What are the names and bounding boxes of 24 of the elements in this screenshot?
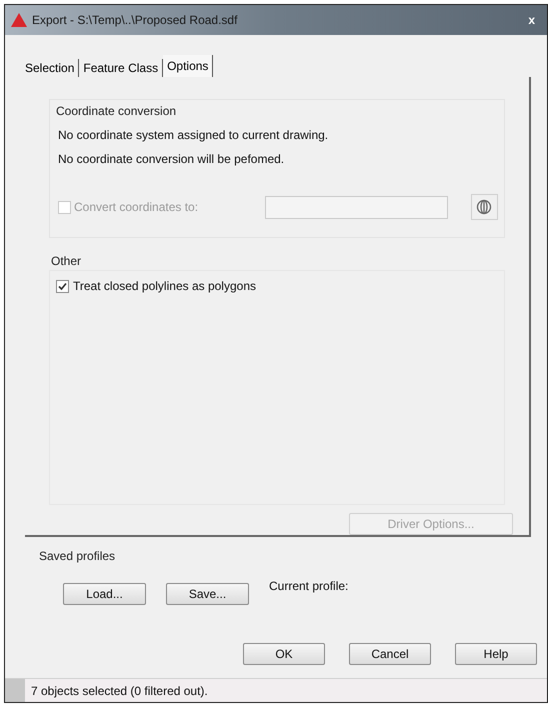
- close-button[interactable]: x: [522, 11, 541, 29]
- coordinate-system-field[interactable]: [265, 196, 448, 218]
- tab[interactable]: Selection: [21, 59, 80, 77]
- tab[interactable]: Options: [163, 55, 214, 77]
- window-title: Export - S:\Temp\..\Proposed Road.sdf: [32, 12, 238, 29]
- dialog-button[interactable]: OK: [243, 643, 325, 665]
- dialog-button[interactable]: Cancel: [349, 643, 431, 665]
- status-text: 7 objects selected (0 filtered out).: [31, 682, 208, 700]
- group-heading: Other: [51, 253, 82, 270]
- app-logo-icon: [11, 13, 27, 27]
- dialog-button[interactable]: Load...: [63, 583, 146, 605]
- checkbox-label: Treat closed polylines as polygons: [73, 278, 256, 296]
- globe-button[interactable]: [470, 194, 498, 220]
- dialog-button[interactable]: Help: [455, 643, 537, 665]
- checkbox[interactable]: [56, 280, 69, 293]
- info-text: No coordinate system assigned to current drawing.: [58, 127, 330, 144]
- info-text: No coordinate conversion will be pefomed.: [58, 151, 286, 168]
- checkmark-icon: [58, 282, 67, 291]
- checkbox-label: Convert coordinates to:: [74, 199, 200, 216]
- globe-icon: [476, 199, 492, 215]
- section-heading: Saved profiles: [39, 548, 116, 565]
- group-heading: Coordinate conversion: [56, 103, 178, 120]
- current-profile-label: Current profile:: [269, 578, 348, 595]
- dialog-button[interactable]: Save...: [166, 583, 249, 605]
